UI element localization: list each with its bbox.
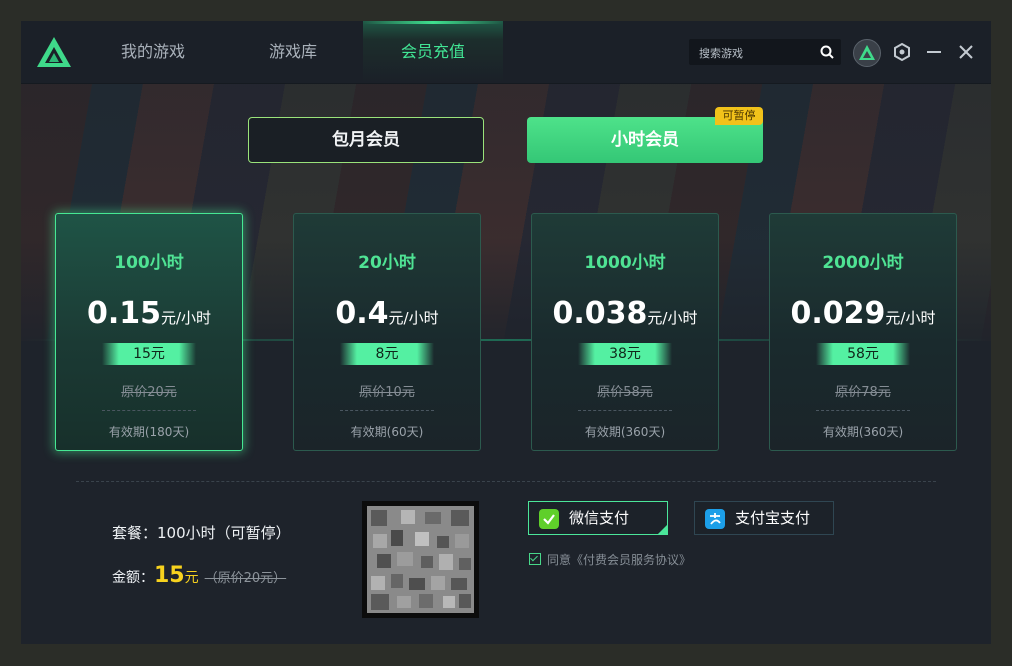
package-summary: 套餐：100小时（可暂停） xyxy=(112,524,291,542)
wechat-pay-button[interactable]: 微信支付 xyxy=(528,501,668,535)
top-bar: 我的游戏 游戏库 会员充值 xyxy=(21,21,991,84)
search-box xyxy=(689,39,841,65)
plan-original-price: 原价20元 xyxy=(121,385,177,400)
plan-price: 0.15元/小时 xyxy=(56,296,242,331)
plan-divider xyxy=(102,410,196,411)
amount-label: 金额： xyxy=(112,570,154,586)
qr-code-image xyxy=(367,506,474,613)
plan-validity: 有效期(60天) xyxy=(350,425,424,439)
tab-membership-recharge[interactable]: 会员充值 xyxy=(363,21,503,83)
plan-price-unit: 元/小时 xyxy=(388,309,439,327)
avatar-logo-icon xyxy=(859,45,875,60)
plan-price: 0.4元/小时 xyxy=(294,296,480,331)
payment-qr-code xyxy=(362,501,479,618)
plan-title: 20小时 xyxy=(358,253,416,273)
plan-validity: 有效期(360天) xyxy=(584,425,666,439)
amount-unit: 元 xyxy=(184,570,199,586)
tab-my-games[interactable]: 我的游戏 xyxy=(101,21,205,83)
agreement-link[interactable]: 同意《付费会员服务协议》 xyxy=(547,553,691,567)
plan-price: 0.029元/小时 xyxy=(770,296,956,331)
monthly-membership-button[interactable]: 包月会员 xyxy=(248,117,484,163)
alipay-button[interactable]: 支付宝支付 xyxy=(694,501,834,535)
settings-icon[interactable] xyxy=(892,42,912,62)
selected-corner-indicator xyxy=(658,525,667,534)
plan-price-value: 0.15 xyxy=(86,296,161,331)
plan-card[interactable]: 2000小时 0.029元/小时 58元 原价78元 有效期(360天) xyxy=(769,213,957,451)
amount-value: 15 xyxy=(154,563,185,588)
tab-game-library[interactable]: 游戏库 xyxy=(243,21,343,83)
wechat-pay-icon xyxy=(539,509,559,529)
plan-price-unit: 元/小时 xyxy=(160,309,212,327)
plan-original-price: 原价10元 xyxy=(359,385,415,400)
section-divider xyxy=(76,481,936,482)
plan-title: 1000小时 xyxy=(584,253,666,273)
amount-original-price: （原价20元） xyxy=(204,571,287,586)
plan-title: 100小时 xyxy=(114,253,184,273)
search-input[interactable] xyxy=(697,42,819,64)
wechat-pay-label: 微信支付 xyxy=(569,509,630,527)
plan-price-unit: 元/小时 xyxy=(647,309,698,327)
plan-divider xyxy=(578,410,672,411)
plan-total-badge: 8元 xyxy=(340,343,434,365)
plan-divider xyxy=(340,410,434,411)
plan-divider xyxy=(816,410,910,411)
plan-total-badge: 15元 xyxy=(102,343,196,365)
app-window: 我的游戏 游戏库 会员充值 包月会 xyxy=(21,21,991,644)
logo-icon xyxy=(37,37,71,67)
minimize-icon[interactable] xyxy=(924,42,944,62)
plan-validity: 有效期(360天) xyxy=(822,425,904,439)
plan-total-badge: 38元 xyxy=(578,343,672,365)
plan-total-badge: 58元 xyxy=(816,343,910,365)
search-icon[interactable] xyxy=(819,44,835,60)
plan-validity: 有效期(180天) xyxy=(108,425,190,439)
close-icon[interactable] xyxy=(956,42,976,62)
amount-row: 金额：15元 （原价20元） xyxy=(112,563,286,588)
plan-price-value: 0.4 xyxy=(335,296,389,331)
alipay-label: 支付宝支付 xyxy=(735,509,811,527)
plan-card[interactable]: 1000小时 0.038元/小时 38元 原价58元 有效期(360天) xyxy=(531,213,719,451)
avatar[interactable] xyxy=(853,39,881,67)
plan-price: 0.038元/小时 xyxy=(532,296,718,331)
plan-price-value: 0.038 xyxy=(552,296,648,331)
agreement-row: 同意《付费会员服务协议》 xyxy=(529,551,691,568)
alipay-icon xyxy=(705,509,725,529)
plan-title: 2000小时 xyxy=(822,253,904,273)
plan-price-unit: 元/小时 xyxy=(885,309,936,327)
plan-card[interactable]: 100小时 0.15元/小时 15元 原价20元 有效期(180天) xyxy=(55,213,243,451)
plan-price-value: 0.029 xyxy=(790,296,886,331)
agreement-checkbox[interactable] xyxy=(529,553,541,565)
plan-original-price: 原价58元 xyxy=(597,385,653,400)
plan-card[interactable]: 20小时 0.4元/小时 8元 原价10元 有效期(60天) xyxy=(293,213,481,451)
plan-original-price: 原价78元 xyxy=(835,385,891,400)
pausable-tag: 可暂停 xyxy=(715,107,763,125)
